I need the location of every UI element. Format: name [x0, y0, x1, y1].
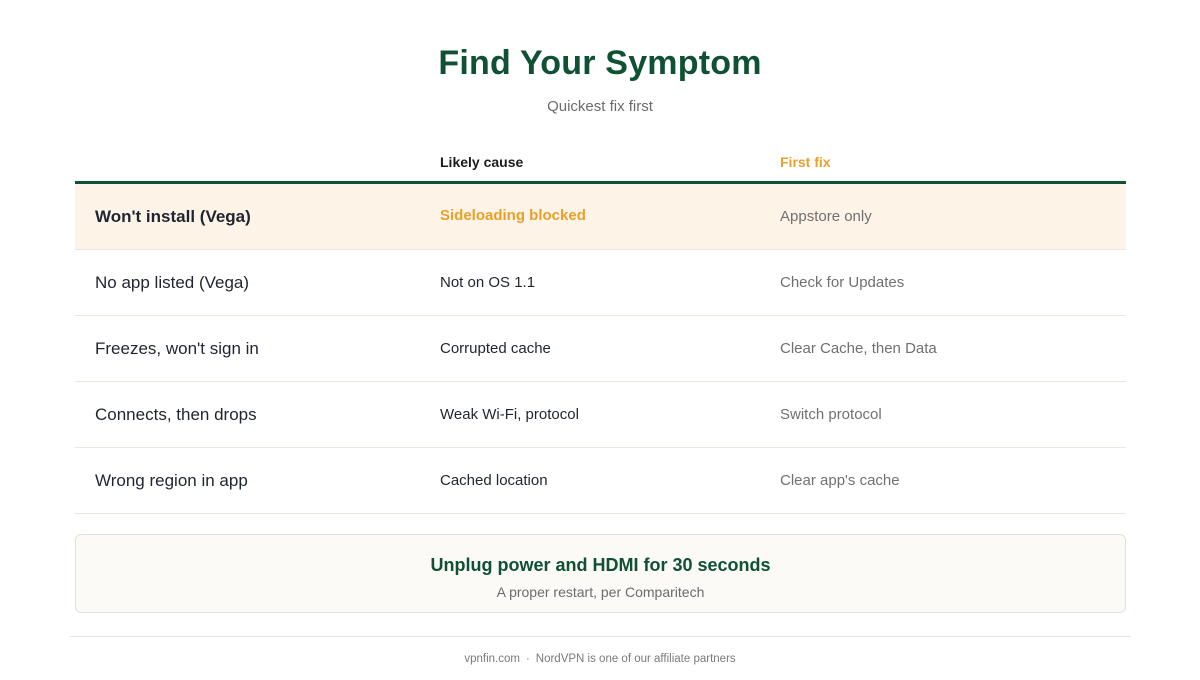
- table-header: Likely cause First fix: [75, 140, 1126, 184]
- footer-affiliate-note: NordVPN is one of our affiliate partners: [535, 653, 736, 665]
- symptom-cell: Won't install (Vega): [95, 207, 251, 226]
- restart-callout: Unplug power and HDMI for 30 seconds A p…: [75, 534, 1126, 613]
- symptom-table: Likely cause First fix Won't install (Ve…: [75, 140, 1126, 514]
- symptom-cell: Freezes, won't sign in: [95, 339, 259, 358]
- cause-cell: Not on OS 1.1: [440, 274, 536, 291]
- cause-cell: Weak Wi-Fi, protocol: [440, 406, 579, 423]
- column-header-cause: Likely cause: [440, 154, 524, 170]
- footer-divider: [70, 636, 1131, 637]
- fix-cell: Clear app's cache: [780, 472, 900, 489]
- cause-cell: Corrupted cache: [440, 340, 551, 357]
- footer-separator: ·: [525, 653, 530, 665]
- table-row: Freezes, won't sign in Corrupted cache C…: [75, 316, 1126, 382]
- callout-subtitle: A proper restart, per Comparitech: [496, 584, 705, 600]
- page-title: Find Your Symptom: [438, 44, 762, 82]
- symptom-cell: No app listed (Vega): [95, 273, 250, 292]
- table-row: Won't install (Vega) Sideloading blocked…: [75, 184, 1126, 250]
- table-row: No app listed (Vega) Not on OS 1.1 Check…: [75, 250, 1126, 316]
- fix-cell: Switch protocol: [780, 406, 882, 423]
- cause-cell: Cached location: [440, 472, 548, 489]
- page-subtitle: Quickest fix first: [547, 98, 653, 115]
- column-header-fix: First fix: [780, 154, 831, 170]
- footer-site: vpnfin.com: [464, 653, 520, 665]
- callout-title: Unplug power and HDMI for 30 seconds: [430, 555, 771, 575]
- fix-cell: Clear Cache, then Data: [780, 340, 937, 357]
- symptom-cell: Connects, then drops: [95, 405, 257, 424]
- cause-cell: Sideloading blocked: [440, 207, 586, 224]
- fix-cell: Appstore only: [780, 208, 872, 225]
- fix-cell: Check for Updates: [780, 274, 905, 291]
- footer: vpnfin.com · NordVPN is one of our affilia…: [0, 653, 1200, 665]
- symptom-cell: Wrong region in app: [95, 471, 248, 490]
- table-row: Wrong region in app Cached location Clea…: [75, 448, 1126, 514]
- table-row: Connects, then drops Weak Wi-Fi, protoco…: [75, 382, 1126, 448]
